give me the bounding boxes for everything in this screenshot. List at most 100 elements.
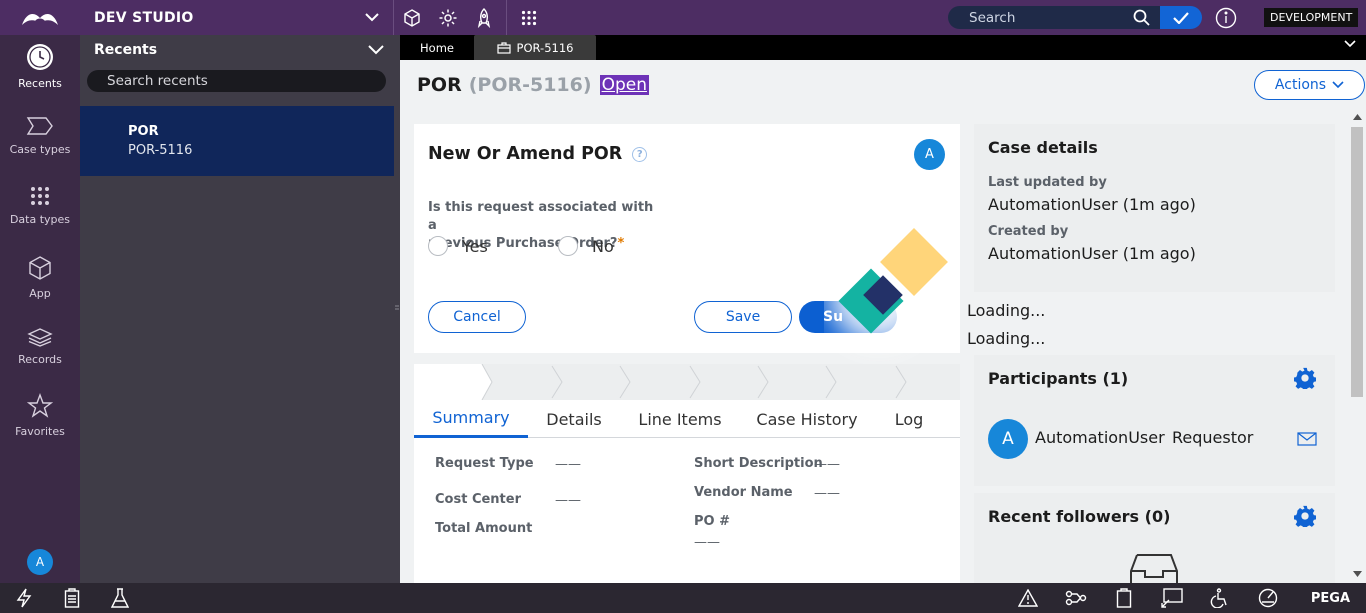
search-input[interactable]: Search (948, 6, 1160, 29)
participants-card: Participants (1) A AutomationUser Reques… (974, 355, 1335, 486)
tab-home[interactable]: Home (400, 35, 474, 60)
field-label-vendor-name: Vendor Name (694, 485, 793, 500)
field-label-po-number: PO # (694, 514, 730, 529)
field-value-po-number: —— (694, 535, 720, 550)
search-scope-checkmark[interactable] (1160, 6, 1202, 29)
recents-clock-icon (27, 44, 53, 70)
data-types-grid-icon (31, 187, 49, 205)
info-icon[interactable] (1214, 6, 1238, 30)
created-by-value: AutomationUser (1m ago) (988, 244, 1196, 263)
radio-option-no[interactable]: No (558, 236, 614, 256)
flow-icon[interactable] (1052, 583, 1100, 613)
field-label-request-type: Request Type (435, 456, 534, 471)
field-label-cost-center: Cost Center (435, 492, 522, 507)
user-avatar[interactable]: A (27, 549, 53, 575)
scroll-up-arrow-icon[interactable] (1353, 114, 1362, 120)
flask-icon[interactable] (96, 583, 144, 613)
radio-button[interactable] (558, 236, 578, 256)
performance-gauge-icon[interactable] (1244, 583, 1292, 613)
nav-case-types[interactable]: Case types (0, 115, 80, 175)
tab-line-items[interactable]: Line Items (620, 400, 740, 438)
recents-header[interactable]: Recents (80, 35, 394, 65)
chevron-down-icon (1332, 81, 1344, 89)
environment-badge: DEVELOPMENT (1264, 8, 1359, 27)
accessibility-icon[interactable] (1196, 583, 1244, 613)
followers-title: Recent followers (0) (988, 507, 1171, 526)
case-header: POR (POR-5116) Open Actions (400, 60, 1366, 110)
case-summary-panel: Summary Details Line Items Case History … (414, 400, 960, 583)
nav-recents[interactable]: Recents (0, 43, 80, 103)
case-title: POR (417, 74, 462, 96)
left-navigation: Recents Case types Data types App Record… (0, 35, 80, 583)
stage-dividers (481, 364, 907, 400)
tabs-overflow-chevron-icon[interactable] (1344, 40, 1356, 48)
tab-log[interactable]: Log (874, 400, 944, 438)
tab-summary[interactable]: Summary (414, 400, 528, 438)
nav-favorites[interactable]: Favorites (0, 393, 80, 453)
pega-brand-label: PEGA (1310, 591, 1350, 606)
participants-title: Participants (1) (988, 369, 1129, 388)
main-scrollbar[interactable] (1349, 110, 1366, 583)
search-icon[interactable] (1133, 9, 1150, 26)
participant-role: Requestor (1172, 428, 1254, 447)
required-marker: * (617, 236, 625, 251)
studio-switcher[interactable]: DEV STUDIO (80, 0, 394, 35)
app-cube-icon (29, 256, 51, 280)
created-by-label: Created by (988, 224, 1069, 239)
participant-avatar[interactable]: A (988, 419, 1028, 459)
chevron-down-icon (365, 13, 379, 22)
radio-option-yes[interactable]: Yes (428, 236, 488, 256)
nav-records[interactable]: Records (0, 327, 80, 387)
actions-button[interactable]: Actions (1254, 70, 1365, 100)
panel-splitter[interactable] (394, 35, 400, 583)
gear-icon[interactable] (430, 0, 466, 35)
assignee-avatar[interactable]: A (914, 139, 945, 170)
gear-icon[interactable] (1294, 505, 1316, 527)
tab-case-history[interactable]: Case History (740, 400, 874, 438)
screen-pointer-icon[interactable] (1148, 583, 1196, 613)
tab-por-5116[interactable]: POR-5116 (474, 35, 596, 60)
case-id: (POR-5116) (468, 74, 592, 96)
status-badge: Open (599, 75, 649, 95)
email-icon[interactable] (1297, 432, 1317, 446)
clipboard-icon[interactable] (48, 583, 96, 613)
empty-inbox-icon (1130, 554, 1178, 583)
stage-chevrons (414, 364, 960, 400)
help-icon[interactable]: ? (632, 146, 648, 162)
recents-title: Recents (94, 42, 158, 58)
nav-data-types[interactable]: Data types (0, 185, 80, 245)
radio-button[interactable] (428, 236, 448, 256)
clipboard-check-icon[interactable] (1100, 583, 1148, 613)
field-label-total-amount: Total Amount (435, 521, 533, 536)
favorites-star-icon (27, 393, 53, 418)
cancel-button[interactable]: Cancel (428, 301, 526, 333)
save-button[interactable]: Save (694, 301, 792, 333)
assignment-form: New Or Amend POR ? A Is this request ass… (414, 124, 960, 353)
field-value-request-type: —— (555, 457, 581, 472)
cube-icon[interactable] (394, 0, 430, 35)
scroll-down-arrow-icon[interactable] (1353, 571, 1362, 577)
recent-item[interactable]: POR POR-5116 (80, 106, 394, 176)
app-launcher-grid-icon[interactable] (511, 0, 547, 35)
recent-item-title: POR (128, 124, 159, 139)
developer-toolbar: PEGA (0, 583, 1366, 613)
records-layers-icon (27, 328, 53, 347)
tab-details[interactable]: Details (528, 400, 620, 438)
recents-search-input[interactable]: Search recents (87, 70, 386, 92)
followers-card: Recent followers (0) (974, 493, 1335, 583)
case-details-card: Case details Last updated by AutomationU… (974, 124, 1335, 292)
lightning-icon[interactable] (0, 583, 48, 613)
loading-text: Loading... (967, 301, 1046, 320)
rocket-icon[interactable] (466, 0, 502, 35)
checkmark-icon (1173, 11, 1189, 24)
briefcase-icon (496, 41, 511, 54)
warning-icon[interactable] (1004, 583, 1052, 613)
scrollbar-thumb[interactable] (1351, 127, 1363, 397)
nav-app[interactable]: App (0, 255, 80, 315)
pega-logo-icon[interactable] (0, 0, 80, 35)
gear-icon[interactable] (1294, 367, 1316, 389)
recents-panel: Recents Search recents POR POR-5116 (80, 35, 394, 583)
chevron-down-icon (368, 45, 384, 55)
field-value-short-description: —— (814, 457, 840, 472)
form-title: New Or Amend POR ? (428, 144, 648, 164)
